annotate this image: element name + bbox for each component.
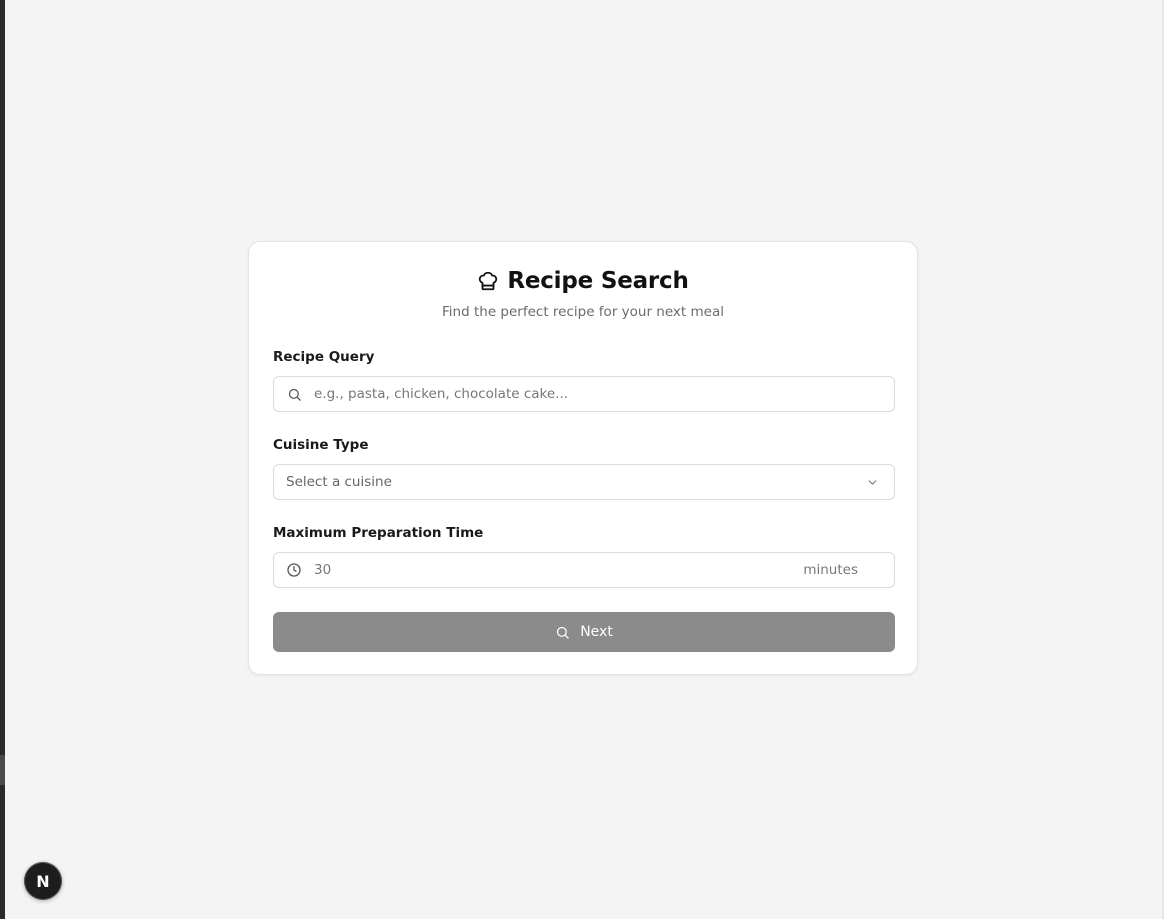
recipe-query-input[interactable]: [314, 379, 894, 409]
page-subtitle: Find the perfect recipe for your next me…: [442, 304, 724, 320]
recipe-query-label: Recipe Query: [273, 349, 375, 365]
nextjs-logo-letter: N: [36, 871, 50, 891]
title-row: Recipe Search: [249, 268, 917, 294]
chef-hat-icon: [477, 270, 499, 292]
next-button[interactable]: Next: [273, 612, 895, 652]
search-icon: [274, 377, 314, 411]
left-window-edge-mark: [0, 755, 5, 785]
cuisine-select-value: Select a cuisine: [286, 474, 392, 490]
cuisine-type-label: Cuisine Type: [273, 437, 369, 453]
next-button-label: Next: [580, 624, 613, 640]
nextjs-dev-indicator[interactable]: N: [24, 862, 62, 900]
prep-time-input[interactable]: [314, 555, 804, 585]
cuisine-select[interactable]: Select a cuisine: [273, 464, 895, 500]
page-title: Recipe Search: [507, 268, 689, 294]
recipe-query-field[interactable]: [273, 376, 895, 412]
prep-time-unit: minutes: [803, 562, 858, 578]
clock-icon: [274, 553, 314, 587]
chevron-down-icon: [850, 476, 894, 489]
prep-time-field[interactable]: minutes: [273, 552, 895, 588]
prep-time-label: Maximum Preparation Time: [273, 525, 484, 541]
search-icon: [555, 625, 570, 640]
recipe-search-card: Recipe Search Find the perfect recipe fo…: [248, 241, 918, 675]
